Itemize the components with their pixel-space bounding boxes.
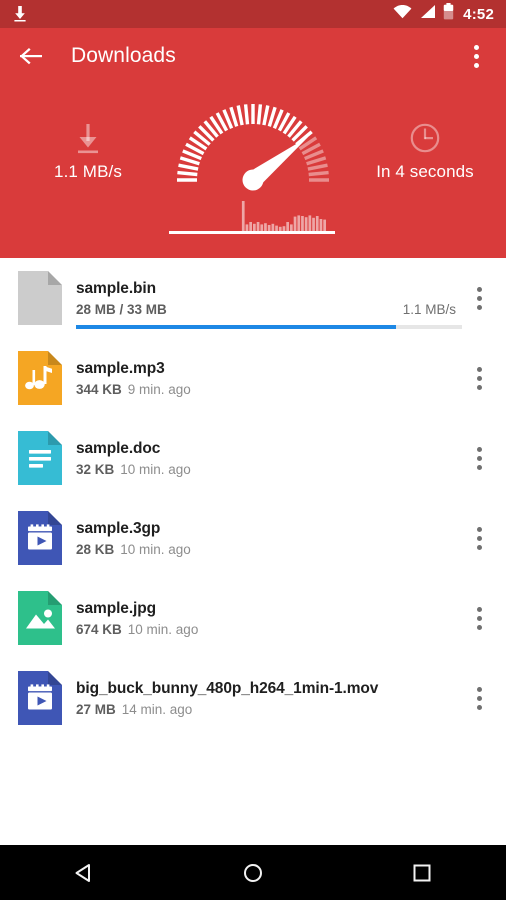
speed-gauge-graphic [169, 104, 335, 234]
download-item-size: 28 MB / 33 MB [76, 301, 167, 317]
android-screen: 4:52 Downloads 1.1 MB/s In 4 seconds sam… [0, 0, 506, 900]
file-image-icon [18, 591, 62, 645]
download-item[interactable]: sample.mp3 344 KB 9 min. ago [0, 338, 506, 418]
cellular-signal-icon [419, 4, 436, 24]
status-bar: 4:52 [0, 0, 506, 28]
download-item-time: 9 min. ago [127, 381, 191, 397]
download-item-time: 10 min. ago [120, 541, 191, 557]
download-speed-label: 1.1 MB/s [54, 162, 122, 181]
download-item[interactable]: sample.doc 32 KB 10 min. ago [0, 418, 506, 498]
download-item-name: sample.doc [76, 439, 161, 457]
download-item-meta: 27 MB 14 min. ago [76, 702, 456, 717]
overflow-menu-icon[interactable] [462, 278, 496, 318]
download-item-info: sample.mp3 344 KB 9 min. ago [76, 360, 462, 397]
eta-label: In 4 seconds [376, 162, 474, 181]
download-notification-icon [12, 5, 28, 23]
download-item-name: sample.3gp [76, 519, 161, 537]
download-speed-stat: 1.1 MB/s [18, 116, 158, 182]
file-audio-icon [18, 351, 62, 405]
file-video-icon [18, 511, 62, 565]
download-item-meta: 344 KB 9 min. ago [76, 382, 456, 397]
file-document-icon [18, 431, 62, 485]
download-item-size: 28 KB [76, 541, 115, 557]
download-item-size: 344 KB [76, 381, 122, 397]
overflow-menu-icon[interactable] [462, 678, 496, 718]
download-item-info: sample.3gp 28 KB 10 min. ago [76, 520, 462, 557]
download-speed-icon [18, 116, 158, 160]
download-item-name: big_buck_bunny_480p_h264_1min-1.mov [76, 679, 379, 697]
file-generic-icon [18, 271, 62, 325]
download-item-meta: 674 KB 10 min. ago [76, 622, 456, 637]
download-item-name: sample.jpg [76, 599, 156, 617]
clock-icon [350, 116, 500, 160]
file-video-icon [18, 671, 62, 725]
download-progress-bar [76, 324, 462, 329]
system-navigation-bar [0, 845, 506, 900]
battery-icon [443, 3, 454, 25]
download-item-time: 10 min. ago [127, 621, 199, 637]
overflow-menu-icon[interactable] [462, 438, 496, 478]
overflow-menu-icon[interactable] [462, 39, 490, 73]
download-item-meta: 32 KB 10 min. ago [76, 462, 456, 477]
download-item-info: sample.doc 32 KB 10 min. ago [76, 440, 462, 477]
download-item-info: sample.bin 28 MB / 33 MB 1.1 MB/s [76, 279, 462, 329]
download-item-time: 10 min. ago [120, 461, 191, 477]
wifi-icon [393, 4, 412, 24]
navigation-recents-icon[interactable] [387, 850, 457, 896]
overflow-menu-icon[interactable] [462, 358, 496, 398]
navigation-back-icon[interactable] [49, 850, 119, 896]
download-item-size: 27 MB [76, 701, 116, 717]
download-item[interactable]: sample.3gp 28 KB 10 min. ago [0, 498, 506, 578]
page-title: Downloads [71, 44, 176, 67]
download-item[interactable]: sample.jpg 674 KB 10 min. ago [0, 578, 506, 658]
speed-gauge [153, 88, 353, 253]
download-item-meta: 28 MB / 33 MB 1.1 MB/s [76, 302, 456, 317]
download-item[interactable]: big_buck_bunny_480p_h264_1min-1.mov 27 M… [0, 658, 506, 738]
download-item-size: 674 KB [76, 621, 122, 637]
download-item-info: sample.jpg 674 KB 10 min. ago [76, 600, 462, 637]
overflow-menu-icon[interactable] [462, 598, 496, 638]
download-summary-panel: 1.1 MB/s In 4 seconds [0, 84, 506, 258]
download-item-info: big_buck_bunny_480p_h264_1min-1.mov 27 M… [76, 680, 462, 717]
download-item-time: 14 min. ago [121, 701, 193, 717]
download-item-speed: 1.1 MB/s [402, 301, 456, 317]
download-item[interactable]: sample.bin 28 MB / 33 MB 1.1 MB/s [0, 258, 506, 338]
downloads-list[interactable]: sample.bin 28 MB / 33 MB 1.1 MB/s sample… [0, 258, 506, 845]
back-arrow-icon[interactable] [16, 41, 46, 71]
app-bar: Downloads [0, 28, 506, 84]
navigation-home-icon[interactable] [218, 850, 288, 896]
download-item-name: sample.mp3 [76, 359, 165, 377]
download-progress-fill [76, 324, 397, 329]
status-bar-clock: 4:52 [463, 5, 494, 23]
eta-stat: In 4 seconds [350, 116, 500, 182]
download-item-name: sample.bin [76, 279, 156, 297]
status-bar-indicators: 4:52 [393, 3, 494, 25]
overflow-menu-icon[interactable] [462, 518, 496, 558]
download-item-size: 32 KB [76, 461, 115, 477]
status-bar-notifications [12, 5, 393, 23]
download-item-meta: 28 KB 10 min. ago [76, 542, 456, 557]
